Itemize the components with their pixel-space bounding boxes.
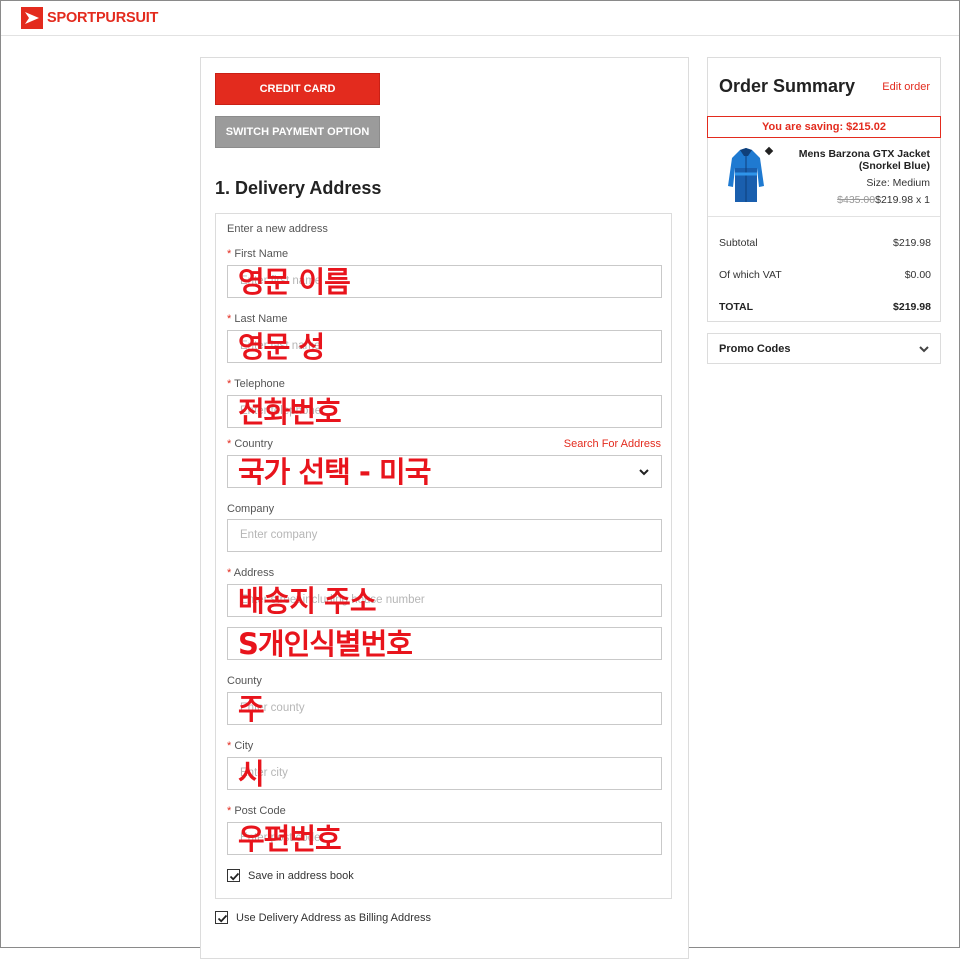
address-line1-field[interactable]: Enter street including house number 배송지 …: [227, 584, 662, 618]
brand-diamond-icon: [764, 146, 774, 156]
product-size: Size: Medium: [866, 177, 930, 189]
brand-name-part2: PURSUIT: [95, 10, 159, 26]
last-name-annotation: 영문 성: [238, 330, 325, 364]
last-name-field[interactable]: Enter last name 영문 성: [227, 330, 662, 364]
county-annotation: 주: [238, 692, 265, 726]
site-header: SPORTPURSUIT: [1, 1, 959, 36]
post-code-label: * Post Code: [227, 805, 286, 817]
price-qty: $219.98 x 1: [875, 194, 930, 206]
product-name: Mens Barzona GTX Jacket (Snorkel Blue): [798, 148, 930, 172]
total-value: $219.98: [893, 301, 931, 313]
save-address-row[interactable]: Save in address book: [227, 869, 354, 882]
delivery-title: 1. Delivery Address: [215, 178, 382, 198]
address-annotation: 배송지 주소: [238, 584, 376, 618]
first-name-label: * First Name: [227, 248, 289, 260]
checkout-panel: CREDIT CARD SWITCH PAYMENT OPTION 1. Del…: [200, 57, 689, 959]
county-label: County: [227, 675, 262, 687]
credit-card-button[interactable]: CREDIT CARD: [215, 73, 380, 105]
address-form: Enter a new address * First Name Enter f…: [215, 213, 672, 899]
saving-banner: You are saving: $215.02: [707, 116, 941, 138]
city-field[interactable]: Enter city 시: [227, 757, 662, 791]
save-address-checkbox[interactable]: [227, 869, 240, 882]
check-icon: [217, 914, 228, 923]
post-code-field[interactable]: Enter post code 우편번호: [227, 822, 662, 856]
address-line2-annotation: S개인식별번호: [238, 627, 413, 661]
logo-mark-icon: [21, 7, 43, 29]
post-code-annotation: 우편번호: [238, 822, 342, 856]
city-annotation: 시: [238, 757, 265, 791]
search-address-link[interactable]: Search For Address: [564, 438, 661, 450]
order-summary-title: Order Summary: [719, 76, 856, 96]
subtotal-label: Subtotal: [719, 237, 758, 249]
new-address-hint: Enter a new address: [227, 223, 328, 235]
telephone-annotation: 전화번호: [238, 395, 342, 429]
brand-name-part1: SPORT: [47, 10, 96, 26]
billing-same-checkbox[interactable]: [215, 911, 228, 924]
billing-same-row[interactable]: Use Delivery Address as Billing Address: [215, 911, 431, 924]
promo-codes-toggle[interactable]: Promo Codes: [707, 333, 941, 364]
vat-value: $0.00: [904, 269, 931, 281]
address-label: * Address: [227, 567, 275, 579]
product-price: $435.00$219.98 x 1: [837, 194, 930, 206]
total-label: TOTAL: [719, 301, 754, 313]
edit-order-link[interactable]: Edit order: [882, 81, 930, 93]
last-name-label: * Last Name: [227, 313, 288, 325]
brand-logo[interactable]: SPORTPURSUIT: [21, 7, 158, 29]
switch-payment-button[interactable]: SWITCH PAYMENT OPTION: [215, 116, 380, 148]
telephone-field[interactable]: Enter telephone 전화번호: [227, 395, 662, 429]
first-name-field[interactable]: Enter first name 영문 이름: [227, 265, 662, 299]
first-name-annotation: 영문 이름: [238, 265, 351, 299]
chevron-down-icon: [919, 346, 929, 353]
company-field[interactable]: Enter company: [227, 519, 662, 552]
company-placeholder: Enter company: [240, 529, 318, 541]
country-label: * Country: [227, 438, 273, 450]
company-label: Company: [227, 503, 275, 515]
subtotal-value: $219.98: [893, 237, 931, 249]
country-annotation: 국가 선택 - 미국: [238, 455, 431, 489]
order-summary: Order Summary Edit order You are saving:…: [707, 57, 941, 322]
chevron-down-icon: [639, 469, 649, 476]
cart-item: Mens Barzona GTX Jacket (Snorkel Blue) S…: [708, 138, 940, 217]
jacket-image: [728, 148, 764, 202]
country-select[interactable]: 국가 선택 - 미국: [227, 455, 662, 489]
address-line2-field[interactable]: S개인식별번호: [227, 627, 662, 661]
county-field[interactable]: Enter county 주: [227, 692, 662, 726]
vat-label: Of which VAT: [719, 269, 782, 281]
city-label: * City: [227, 740, 254, 752]
check-icon: [229, 872, 240, 881]
promo-codes-label: Promo Codes: [719, 343, 791, 355]
original-price: $435.00: [837, 194, 876, 206]
brand-name: SPORTPURSUIT: [47, 10, 158, 26]
telephone-label: * Telephone: [227, 378, 285, 390]
save-address-label: Save in address book: [248, 869, 354, 882]
billing-same-label: Use Delivery Address as Billing Address: [236, 911, 432, 924]
